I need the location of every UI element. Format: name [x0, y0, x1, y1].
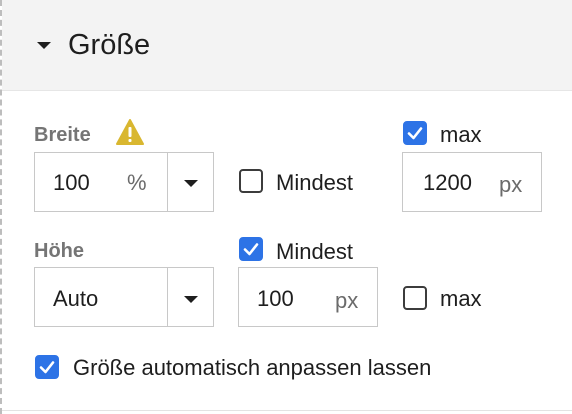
check-icon [407, 127, 423, 140]
height-min-input[interactable]: 100 px [238, 267, 378, 327]
caret-down-icon[interactable] [37, 42, 51, 49]
height-value[interactable]: Auto [53, 286, 98, 312]
width-min-checkbox[interactable] [239, 169, 263, 193]
section-title: Größe [68, 29, 151, 61]
height-dropdown-chevron-down-icon[interactable] [184, 296, 198, 303]
height-min-checkbox[interactable] [239, 237, 263, 261]
check-icon [39, 361, 55, 374]
auto-size-checkbox[interactable] [35, 355, 59, 379]
width-min-label: Mindest [276, 170, 354, 195]
section-header-size[interactable]: Größe [2, 0, 572, 91]
width-input-group: 100 % [34, 152, 214, 212]
height-max-label: max [440, 286, 482, 311]
height-min-value[interactable]: 100 [257, 286, 294, 312]
height-select[interactable]: Auto [34, 267, 214, 327]
width-max-checkbox[interactable] [403, 121, 427, 145]
section-divider [2, 410, 572, 411]
warning-icon [116, 119, 144, 145]
width-max-value[interactable]: 1200 [423, 170, 472, 196]
width-label: Breite [34, 124, 91, 146]
width-max-unit: px [499, 172, 523, 197]
height-label: Höhe [34, 240, 84, 262]
width-max-label: max [440, 122, 482, 147]
height-min-unit: px [335, 288, 359, 313]
width-max-input[interactable]: 1200 px [402, 152, 542, 212]
width-value[interactable]: 100 [53, 170, 90, 196]
height-min-label: Mindest [276, 239, 354, 264]
width-unit: % [127, 170, 147, 195]
height-max-checkbox[interactable] [403, 286, 427, 310]
check-icon [243, 243, 259, 256]
auto-size-label: Größe automatisch anpassen lassen [73, 355, 432, 380]
width-unit-dropdown-chevron-down-icon[interactable] [184, 180, 198, 187]
